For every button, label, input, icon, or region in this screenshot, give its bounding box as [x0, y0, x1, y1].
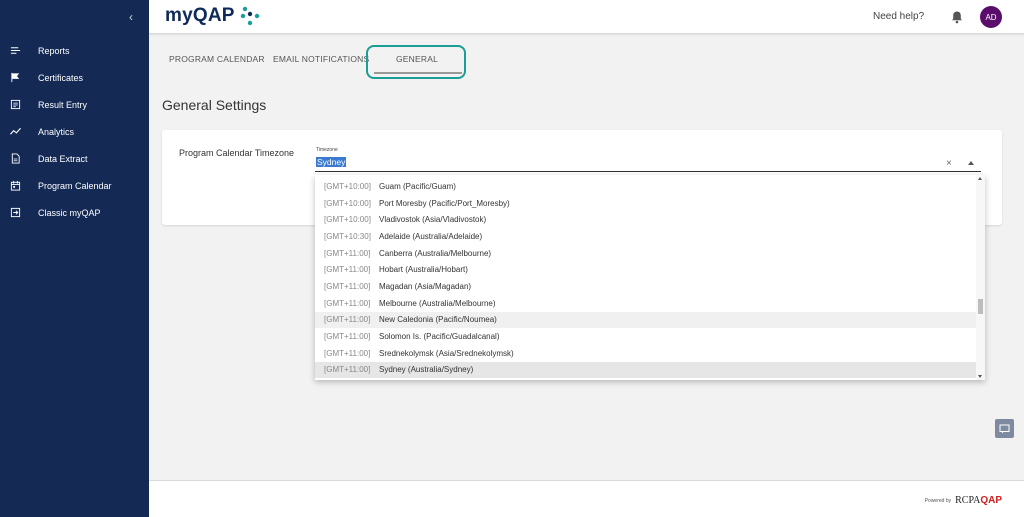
timezone-option[interactable]: [GMT+11:00] Sydney (Australia/Sydney) [315, 361, 976, 379]
footer: Powered by RCPAQAP [149, 480, 1024, 517]
powered-by: Powered by RCPAQAP [925, 495, 1002, 506]
brand-logo: RCPAQAP [955, 495, 1002, 506]
settings-tabs: PROGRAM CALENDAR EMAIL NOTIFICATIONS GEN… [149, 34, 1024, 82]
brand-prefix: RCPA [955, 495, 981, 506]
sidebar-item-label: Program Calendar [38, 180, 112, 191]
list-icon [9, 99, 21, 111]
caret-up-icon[interactable] [968, 161, 974, 165]
timezone-offset: [GMT+11:00] [324, 248, 371, 258]
timezone-option[interactable]: [GMT+10:00] Guam (Pacific/Guam) [315, 178, 976, 195]
timezone-offset: [GMT+11:00] [324, 332, 371, 342]
timezone-name: Sydney (Australia/Sydney) [379, 365, 474, 375]
timezone-name: Melbourne (Australia/Melbourne) [379, 298, 496, 308]
top-header: myQAP Need help? AD [149, 0, 1024, 34]
scroll-up-icon[interactable] [978, 177, 982, 180]
sidebar-item-label: Data Extract [38, 153, 88, 164]
sidebar-item-classic-myqap[interactable]: Classic myQAP [0, 199, 149, 226]
setting-label: Program Calendar Timezone [179, 148, 295, 158]
menu-icon [9, 45, 21, 57]
timezone-option[interactable]: [GMT+11:00] Srednekolymsk (Asia/Srednekol… [315, 345, 976, 362]
exit-icon [9, 207, 21, 219]
logo-mark-icon [240, 6, 259, 26]
sidebar-item-certificates[interactable]: Certificates [0, 64, 149, 91]
timezone-offset: [GMT+10:30] [324, 231, 371, 241]
timezone-name: New Caledonia (Pacific/Noumea) [379, 315, 497, 325]
tab-general[interactable]: GENERAL [396, 54, 438, 64]
timezone-dropdown: [GMT+10:00] Guam (Pacific/Guam) [GMT+10:00… [315, 175, 985, 380]
user-avatar[interactable]: AD [980, 6, 1002, 28]
chevron-left-icon[interactable]: ‹ [129, 10, 133, 24]
timezone-offset: [GMT+11:00] [324, 281, 371, 291]
timezone-offset: [GMT+10:00] [324, 181, 371, 191]
timezone-option[interactable]: [GMT+11:00] Solomon Is. (Pacific/Guadalca… [315, 328, 976, 345]
flag-icon [9, 72, 21, 84]
timezone-offset: [GMT+11:00] [324, 298, 371, 308]
timezone-option[interactable]: [GMT+10:00] Port Moresby (Pacific/Port_Mo… [315, 195, 976, 212]
timezone-offset: [GMT+10:00] [324, 215, 371, 225]
chat-icon [999, 424, 1010, 433]
sidebar-item-program-calendar[interactable]: Program Calendar [0, 172, 149, 199]
notification-bell-icon[interactable] [951, 10, 963, 24]
brand-suffix: QAP [980, 495, 1002, 506]
document-icon [9, 153, 21, 165]
clear-icon[interactable]: × [946, 158, 952, 169]
timezone-offset: [GMT+11:00] [324, 365, 371, 375]
sidebar-item-data-extract[interactable]: Data Extract [0, 145, 149, 172]
logo-text: myQAP [165, 5, 235, 26]
sidebar-item-label: Analytics [38, 126, 75, 137]
sidebar-item-reports[interactable]: Reports [0, 37, 149, 64]
timezone-name: Adelaide (Australia/Adelaide) [379, 231, 483, 241]
sidebar-item-result-entry[interactable]: Result Entry [0, 91, 149, 118]
calendar-icon [9, 180, 21, 192]
timezone-options-list: [GMT+10:00] Guam (Pacific/Guam) [GMT+10:00… [315, 178, 976, 379]
timezone-name: Guam (Pacific/Guam) [379, 181, 456, 191]
timezone-name: Canberra (Australia/Melbourne) [379, 248, 492, 258]
sidebar-item-label: Reports [38, 45, 70, 56]
timezone-option[interactable]: [GMT+11:00] New Caledonia (Pacific/Noumea… [315, 311, 976, 329]
timezone-option[interactable]: [GMT+10:00] Vladivostok (Asia/Vladivostok… [315, 211, 976, 228]
timezone-offset: [GMT+11:00] [324, 265, 371, 275]
timezone-name: Srednekolymsk (Asia/Srednekolymsk) [379, 348, 514, 358]
sidebar-item-label: Classic myQAP [38, 207, 101, 218]
powered-by-text: Powered by [924, 497, 952, 504]
page-title: General Settings [162, 97, 267, 113]
scrollbar-thumb[interactable] [978, 299, 983, 314]
dropdown-scrollbar[interactable] [976, 175, 985, 380]
sidebar-item-label: Certificates [38, 72, 84, 83]
timezone-offset: [GMT+10:00] [324, 198, 371, 208]
trend-icon [9, 126, 21, 138]
timezone-offset: [GMT+11:00] [324, 315, 371, 325]
timezone-option[interactable]: [GMT+11:00] Hobart (Australia/Hobart) [315, 261, 976, 278]
timezone-name: Solomon Is. (Pacific/Guadalcanal) [379, 332, 500, 342]
feedback-button[interactable] [995, 419, 1014, 438]
timezone-offset: [GMT+11:00] [324, 348, 371, 358]
tab-email-notifications[interactable]: EMAIL NOTIFICATIONS [273, 54, 369, 64]
sidebar: ‹ Reports Certificates Result Entry Anal… [0, 0, 149, 517]
timezone-name: Vladivostok (Asia/Vladivostok) [379, 215, 487, 225]
app-logo[interactable]: myQAP [165, 5, 261, 27]
timezone-name: Magadan (Asia/Magadan) [379, 281, 472, 291]
sidebar-item-label: Result Entry [38, 99, 88, 110]
timezone-field-label: Timezone [316, 147, 338, 153]
timezone-option[interactable]: [GMT+11:00] Magadan (Asia/Magadan) [315, 278, 976, 295]
timezone-name: Hobart (Australia/Hobart) [379, 265, 468, 275]
timezone-input[interactable]: Sydney [316, 157, 347, 167]
scroll-down-icon[interactable] [978, 375, 982, 378]
timezone-name: Port Moresby (Pacific/Port_Moresby) [379, 198, 510, 208]
timezone-option[interactable]: [GMT+11:00] Canberra (Australia/Melbourne… [315, 245, 976, 262]
sidebar-item-analytics[interactable]: Analytics [0, 118, 149, 145]
timezone-option[interactable]: [GMT+11:00] Melbourne (Australia/Melbourn… [315, 295, 976, 312]
timezone-autocomplete[interactable]: Timezone Sydney × [315, 144, 981, 172]
active-tab-indicator [374, 72, 462, 74]
tab-program-calendar[interactable]: PROGRAM CALENDAR [169, 54, 265, 64]
need-help-link[interactable]: Need help? [873, 11, 924, 22]
sidebar-nav: Reports Certificates Result Entry Analyt… [0, 37, 149, 226]
timezone-option[interactable]: [GMT+10:30] Adelaide (Australia/Adelaide) [315, 228, 976, 245]
